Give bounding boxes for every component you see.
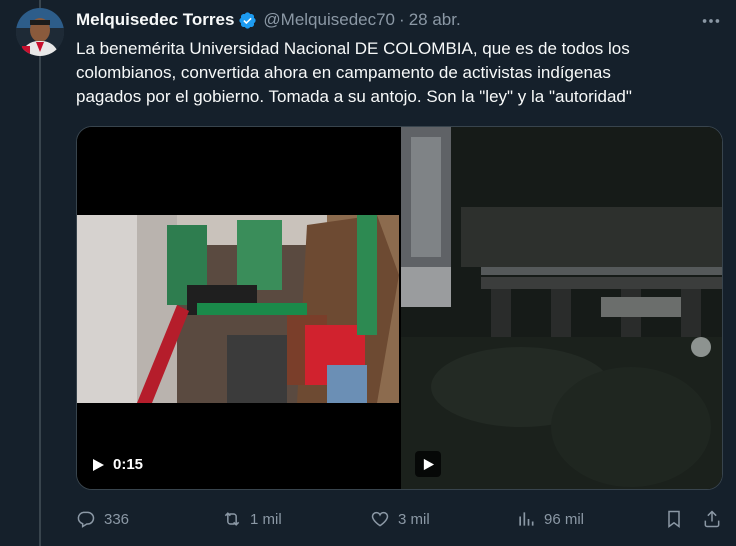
tweet-card[interactable]: Melquisedec Torres @Melquisedec70 · 28 a… (0, 0, 736, 546)
tweet-header: Melquisedec Torres @Melquisedec70 · 28 a… (76, 9, 461, 31)
video-player-1[interactable]: 0:15 (77, 127, 399, 489)
reply-icon (77, 511, 95, 528)
like-button[interactable]: 3 mil (370, 509, 430, 529)
bookmark-icon (668, 510, 680, 528)
retweet-button[interactable]: 1 mil (222, 509, 282, 529)
tweet-actions-bar: 336 1 mil 3 mil 96 mil (76, 504, 724, 534)
tweet-text-line: pagados por el gobierno. Tomada a su ant… (76, 87, 632, 106)
reply-button[interactable]: 336 (76, 509, 129, 529)
video-play-button[interactable] (415, 451, 441, 477)
tweet-text: La benemérita Universidad Nacional DE CO… (76, 37, 716, 109)
tweet-text-line: colombianos, convertida ahora en campame… (76, 63, 611, 82)
bookmark-button[interactable] (664, 509, 684, 529)
media-grid: 0:15 (76, 126, 723, 490)
video-1-frame (77, 215, 399, 403)
analytics-icon (519, 512, 534, 526)
play-icon (93, 458, 104, 471)
retweet-count: 1 mil (250, 510, 282, 528)
avatar[interactable] (16, 8, 64, 56)
tweet-date[interactable]: 28 abr. (409, 10, 461, 30)
share-icon (704, 510, 720, 528)
author-handle[interactable]: @Melquisedec70 (263, 10, 395, 30)
view-count: 96 mil (544, 510, 585, 528)
like-count: 3 mil (398, 510, 430, 528)
reply-count: 336 (104, 510, 130, 528)
thread-line (39, 0, 41, 546)
more-options-icon[interactable] (700, 10, 722, 32)
tweet-text-line: La benemérita Universidad Nacional DE CO… (76, 39, 630, 58)
verified-badge-icon[interactable] (238, 11, 257, 30)
heart-icon (371, 511, 389, 527)
separator-dot: · (399, 10, 405, 29)
video-duration: 0:15 (113, 456, 144, 473)
display-name[interactable]: Melquisedec Torres (76, 10, 234, 30)
video-2-frame (401, 127, 722, 489)
avatar-photo (16, 8, 64, 56)
retweet-icon (224, 512, 240, 526)
share-button[interactable] (702, 509, 722, 529)
video-player-2[interactable] (401, 127, 722, 489)
video-duration-badge[interactable]: 0:15 (91, 456, 143, 473)
views-button[interactable]: 96 mil (516, 509, 584, 529)
play-icon (423, 458, 434, 470)
